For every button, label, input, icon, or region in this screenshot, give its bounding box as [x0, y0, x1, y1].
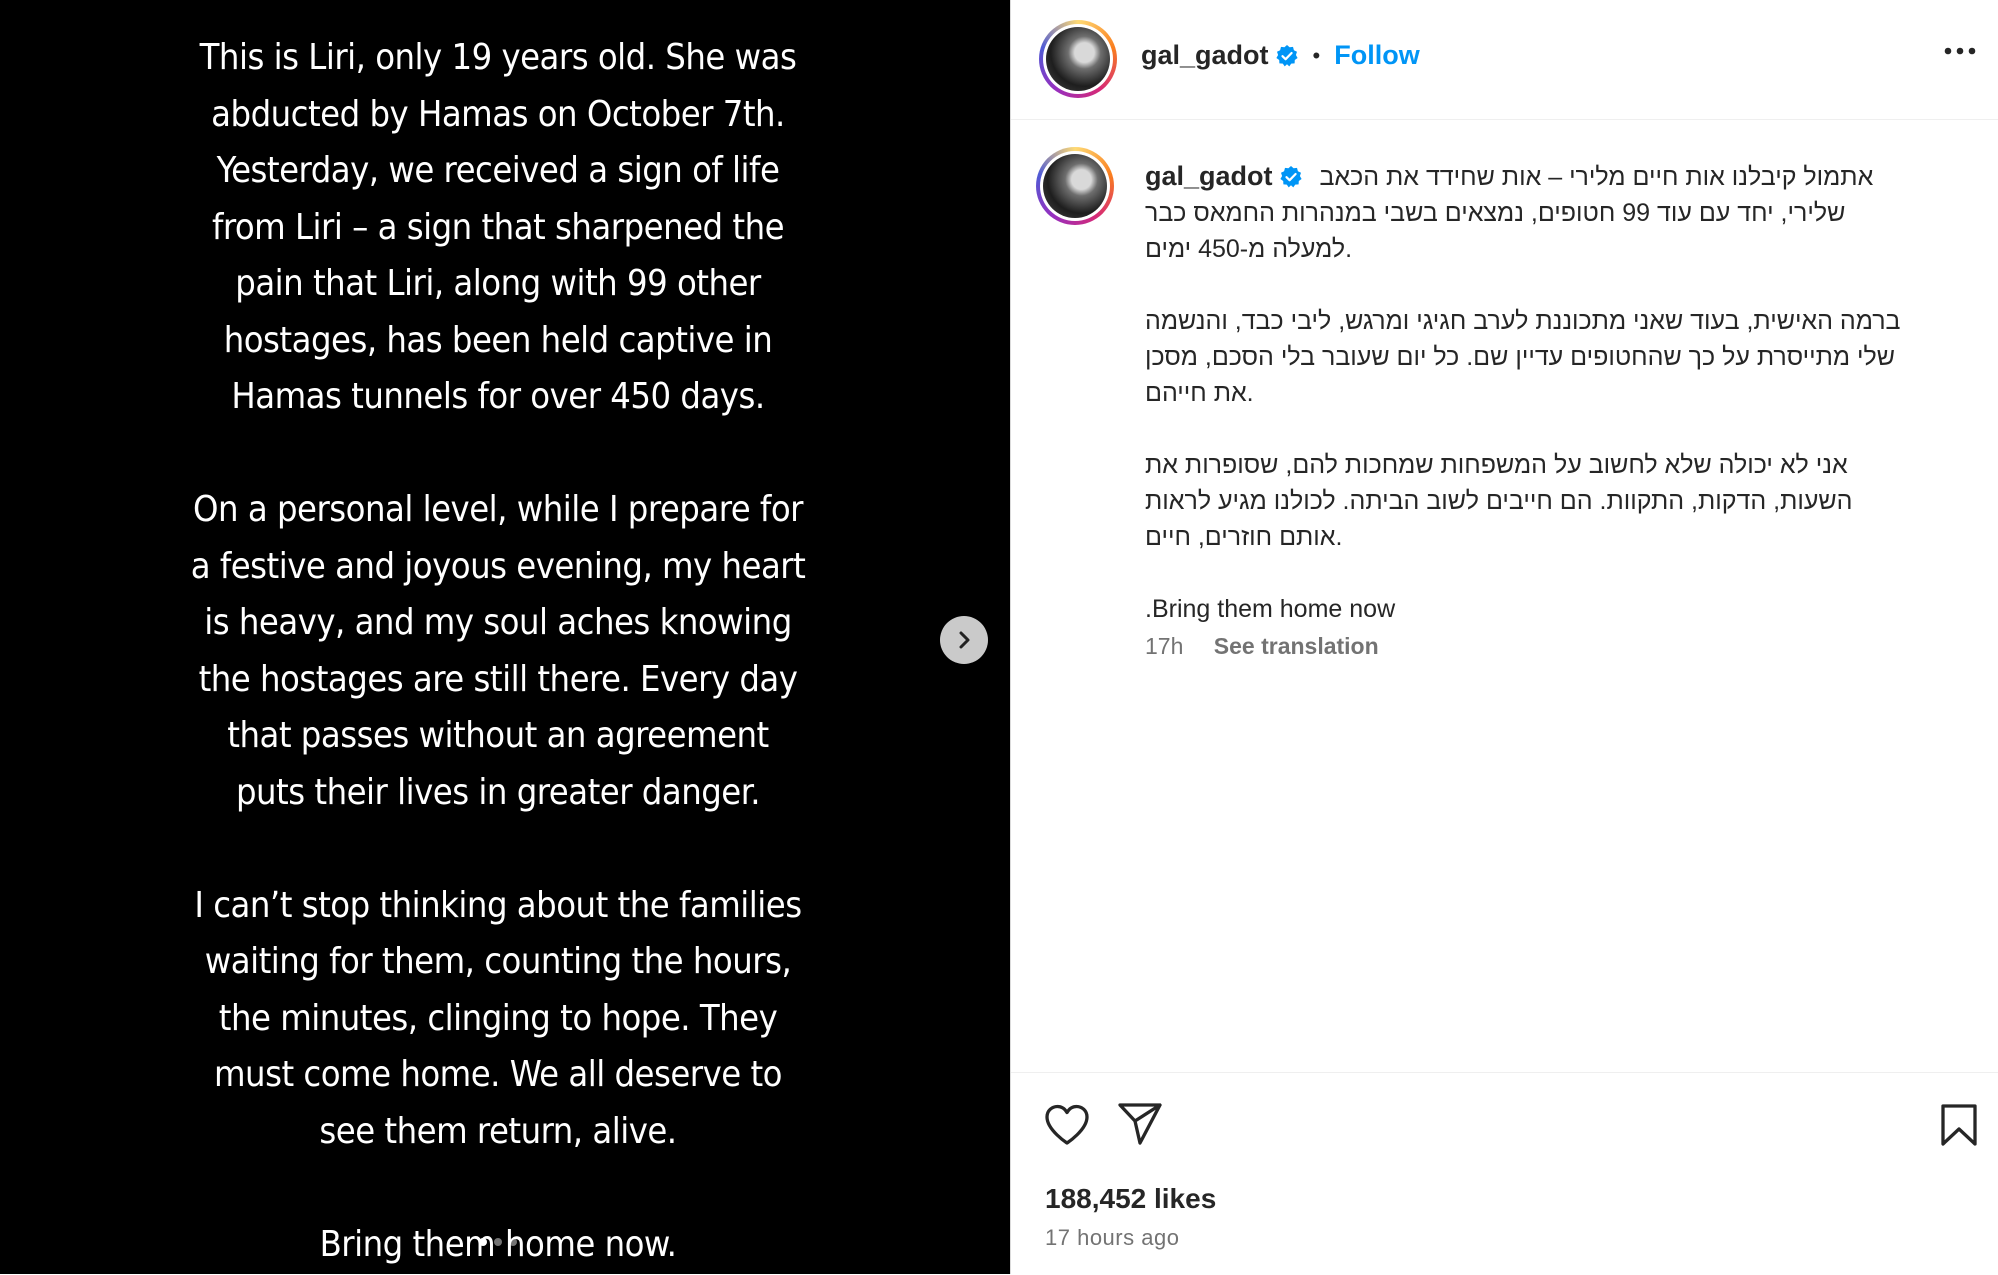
caption-text-line: למעלה מ-450 ימים. — [1145, 235, 1353, 263]
caption-text-line: השעות, הדקות, התקוות. הם חייבים לשוב הבי… — [1145, 487, 1853, 515]
carousel-indicator — [0, 1238, 996, 1246]
post-time-short[interactable]: 17h — [1145, 633, 1183, 659]
carousel-dot-active — [479, 1238, 487, 1246]
bookmark-icon[interactable] — [1939, 1103, 1979, 1147]
story-paragraph-2: On a personal level, while I prepare for… — [190, 489, 806, 813]
action-bar: 188,452 likes 17 hours ago — [1011, 1072, 1998, 1275]
caption-text-line: אתמול קיבלנו אות חיים מלירי – אות שחידד … — [1319, 163, 1874, 191]
post-image[interactable]: This is Liri, only 19 years old. She was… — [0, 0, 1010, 1274]
caption-text-line: אני לא יכולה שלא לחשוב על המשפחות שמחכות… — [1145, 451, 1848, 479]
post-header: gal_gadot • Follow — [1011, 0, 1998, 120]
carousel-dot — [494, 1238, 502, 1246]
post-panel: gal_gadot • Follow gal_gadot אתמול קיבלנ… — [1010, 0, 1998, 1274]
separator-dot: • — [1312, 42, 1321, 68]
caption-text-line: ברמה האישית, בעוד שאני מתכוננת לערב חגיג… — [1145, 307, 1901, 335]
story-paragraph-3: I can’t stop thinking about the families… — [194, 884, 802, 1152]
caption-text-line: שלירי, יחד עם עוד 99 חטופים, נמצאים בשבי… — [1145, 199, 1846, 227]
caption-meta: 17h See translation — [1145, 633, 1379, 660]
avatar-photo — [1046, 27, 1110, 91]
likes-count[interactable]: 188,452 likes — [1045, 1183, 1216, 1215]
username-link[interactable]: gal_gadot — [1141, 40, 1269, 71]
chevron-right-icon — [959, 631, 970, 649]
avatar[interactable] — [1039, 20, 1117, 98]
caption-text-line: .Bring them home now — [1145, 595, 1396, 623]
caption-line: gal_gadot אתמול קיבלנו אות חיים מלירי – … — [1145, 158, 1945, 195]
caption-text: gal_gadot אתמול קיבלנו אות חיים מלירי – … — [1145, 158, 1945, 627]
heart-icon[interactable] — [1043, 1103, 1091, 1147]
share-icon[interactable] — [1117, 1102, 1163, 1146]
caption-avatar[interactable] — [1036, 147, 1114, 225]
caption-text-line: אותם חוזרים, חיים. — [1145, 523, 1343, 551]
next-slide-button[interactable] — [940, 616, 988, 664]
caption-area: gal_gadot אתמול קיבלנו אות חיים מלירי – … — [1011, 120, 1998, 1072]
carousel-dot — [509, 1238, 517, 1246]
caption-text-line: את חייהם. — [1145, 379, 1254, 407]
follow-button[interactable]: Follow — [1334, 40, 1419, 71]
verified-badge-icon — [1279, 166, 1302, 188]
story-paragraph-1: This is Liri, only 19 years old. She was… — [199, 37, 797, 417]
more-horizontal-icon[interactable] — [1943, 46, 1977, 56]
caption-text-line: שלי מתייסרת על כך שהחטופים עדיין שם. כל … — [1145, 343, 1895, 371]
caption-username-link[interactable]: gal_gadot — [1145, 161, 1273, 191]
post-timestamp[interactable]: 17 hours ago — [1045, 1225, 1179, 1251]
verified-badge-icon — [1275, 44, 1298, 66]
story-text: This is Liri, only 19 years old. She was… — [0, 30, 996, 1273]
see-translation-button[interactable]: See translation — [1214, 633, 1379, 659]
